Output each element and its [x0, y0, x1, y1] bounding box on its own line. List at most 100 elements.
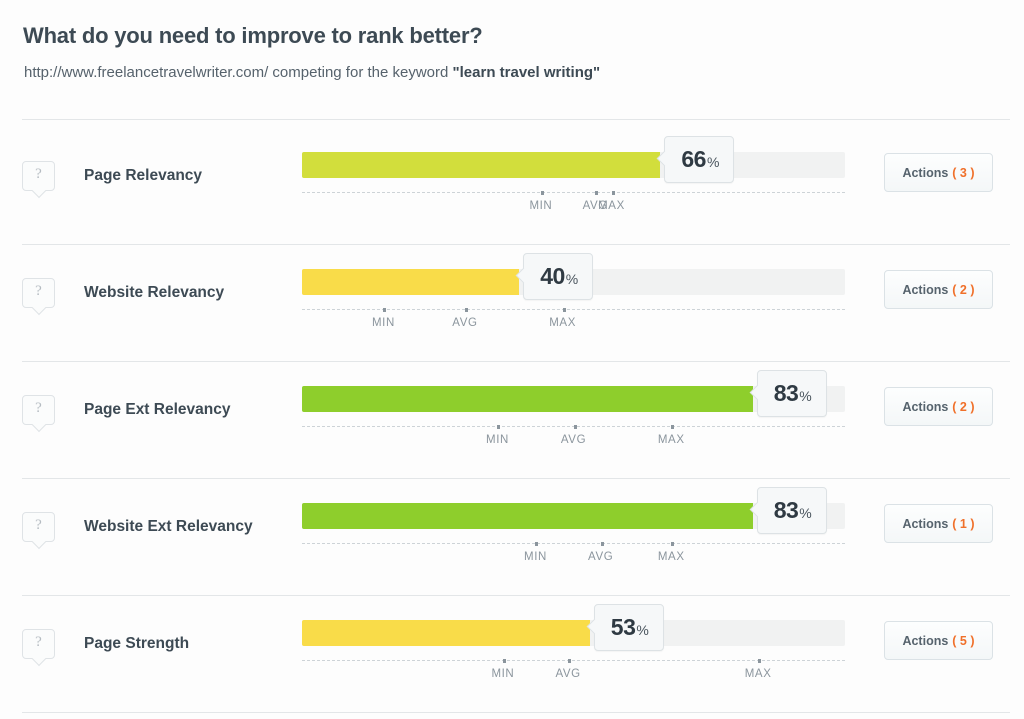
help-icon[interactable]: ? [22, 629, 55, 667]
scale-label-min: MIN [371, 317, 395, 329]
scale-line [302, 542, 845, 546]
actions-count-badge: ( 5 ) [952, 633, 975, 648]
target-url: http://www.freelancetravelwriter.com/ [24, 64, 269, 81]
metric-label: Page Relevancy [84, 167, 203, 184]
scale-label-max: MAX [598, 200, 625, 212]
percent-value: 66 [681, 146, 706, 172]
scale-tick-max [758, 659, 762, 663]
progress-track [302, 620, 845, 646]
metric-row: ? Page Ext Relevancy 83% MIN AVG MAX Actions( … [0, 361, 1024, 478]
percent-badge: 83% [749, 487, 827, 534]
actions-button-label: Actions [902, 399, 949, 414]
actions-button[interactable]: Actions( 2 ) [884, 270, 993, 309]
scale-line [302, 659, 845, 663]
metric-row: ? Website Relevancy 40% MIN AVG MAX Actions( 2… [0, 244, 1024, 361]
help-icon-pointer-cover [33, 656, 45, 658]
actions-button-label: Actions [902, 282, 949, 297]
scale-tick-max [671, 542, 675, 546]
progress-fill [302, 620, 590, 646]
help-icon-pointer-cover [33, 188, 45, 190]
help-icon[interactable]: ? [22, 395, 55, 433]
percent-value: 83 [773, 497, 799, 523]
divider [22, 361, 1010, 362]
metric-label: Website Ext Relevancy [84, 518, 253, 535]
scale-label-max: MAX [657, 551, 685, 563]
scale-tick-max [611, 191, 615, 195]
divider [22, 595, 1010, 596]
question-mark-glyph: ? [35, 283, 42, 299]
scale-tick-max [562, 308, 566, 312]
metric-row: ? Website Ext Relevancy 83% MIN AVG MAX Action… [0, 478, 1024, 595]
subtitle: http://www.freelancetravelwriter.com/ co… [24, 64, 600, 81]
actions-button-label: Actions [902, 633, 949, 648]
scale-label-min: MIN [491, 668, 515, 680]
percent-symbol: % [706, 154, 720, 170]
help-icon-pointer-cover [33, 305, 45, 307]
scale-tick-min [502, 659, 506, 663]
competing-text: competing for the keyword [268, 64, 453, 81]
divider [22, 119, 1010, 120]
actions-count-badge: ( 1 ) [952, 516, 975, 531]
percent-symbol: % [799, 505, 812, 521]
scale-label-max: MAX [549, 317, 576, 329]
percent-value: 83 [773, 380, 799, 406]
help-icon[interactable]: ? [22, 161, 55, 199]
actions-count-badge: ( 2 ) [952, 399, 975, 414]
actions-button[interactable]: Actions( 5 ) [884, 621, 993, 660]
scale-label-avg: AVG [588, 551, 614, 563]
help-icon-pointer [31, 300, 47, 316]
divider [22, 244, 1010, 245]
metric-row: ? Page Relevancy 66% MIN AVG MAX Actions( 3 ) [0, 127, 1024, 244]
scale-tick-avg [464, 308, 468, 312]
actions-button[interactable]: Actions( 3 ) [884, 153, 993, 192]
divider [22, 478, 1010, 479]
scale-label-max: MAX [744, 668, 772, 680]
actions-button-label: Actions [902, 516, 949, 531]
percent-value: 53 [610, 614, 636, 640]
percent-badge: 83% [749, 370, 827, 417]
progress-track [302, 152, 845, 178]
scale-line [302, 308, 845, 312]
scale-tick-min [540, 191, 544, 195]
scale-tick-min [383, 308, 387, 312]
scale-label-max: MAX [657, 434, 685, 446]
progress-fill [302, 386, 753, 412]
percent-badge: 53% [586, 604, 664, 651]
help-icon[interactable]: ? [22, 278, 55, 316]
help-icon-pointer-cover [33, 422, 45, 424]
actions-button[interactable]: Actions( 1 ) [884, 504, 993, 543]
actions-count-badge: ( 2 ) [952, 282, 975, 297]
help-icon-pointer [31, 651, 47, 667]
scale-tick-avg [600, 542, 604, 546]
scale-tick-min [497, 425, 501, 429]
scale-tick-min [535, 542, 539, 546]
help-icon[interactable]: ? [22, 512, 55, 550]
scale-tick-avg [595, 191, 599, 195]
scale-label-min: MIN [529, 200, 553, 212]
scale-line [302, 425, 845, 429]
divider [22, 712, 1010, 713]
question-mark-glyph: ? [35, 634, 42, 650]
scale-label-min: MIN [524, 551, 547, 563]
scale-line [302, 191, 845, 195]
percent-symbol: % [565, 271, 579, 287]
help-icon-pointer-cover [33, 539, 45, 541]
seo-improvement-panel: What do you need to improve to rank bett… [0, 0, 1024, 719]
metric-label: Website Relevancy [84, 284, 225, 301]
question-mark-glyph: ? [35, 400, 42, 416]
actions-count-badge: ( 3 ) [952, 165, 975, 180]
percent-badge: 66% [657, 136, 735, 183]
help-icon-pointer [31, 417, 47, 433]
question-mark-glyph: ? [35, 166, 42, 182]
percent-badge: 40% [515, 253, 594, 300]
progress-fill [302, 269, 520, 295]
scale-tick-max [671, 425, 675, 429]
actions-button[interactable]: Actions( 2 ) [884, 387, 993, 426]
scale-label-avg: AVG [452, 317, 478, 329]
progress-fill [302, 503, 753, 529]
page-title: What do you need to improve to rank bett… [23, 22, 483, 48]
keyword-text: "learn travel writing" [452, 64, 601, 81]
percent-symbol: % [799, 388, 812, 404]
scale-label-avg: AVG [560, 434, 587, 446]
metric-label: Page Strength [84, 635, 190, 652]
